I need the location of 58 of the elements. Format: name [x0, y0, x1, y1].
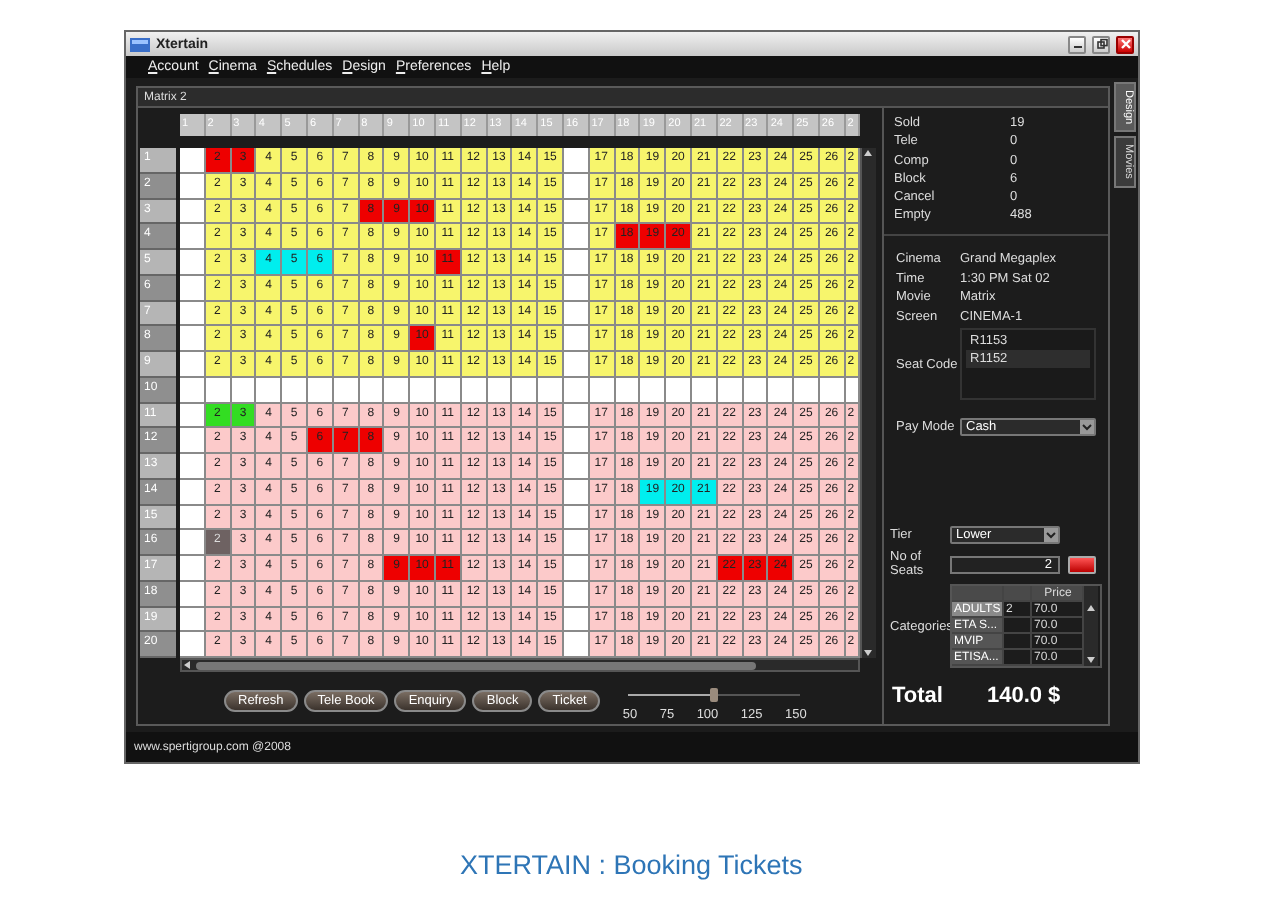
aisle-cell	[180, 250, 206, 276]
aisle-cell	[180, 326, 206, 352]
aisle-cell	[180, 352, 206, 378]
aisle-cell	[563, 632, 590, 658]
close-icon	[1119, 38, 1131, 50]
aisle-cell	[180, 199, 206, 225]
aisle-cell	[180, 301, 206, 327]
restore-button[interactable]	[1092, 35, 1110, 53]
aisle-cell	[768, 377, 795, 403]
aisle-cell	[512, 377, 539, 403]
aisle-cell	[563, 428, 590, 454]
aisle-cell	[180, 530, 206, 556]
aisle-cell	[180, 505, 206, 531]
aisle-cell	[410, 377, 436, 403]
aisle-cell	[180, 607, 206, 633]
aisle-cell	[180, 632, 206, 658]
aisle-cell	[180, 556, 206, 582]
minimize-button[interactable]	[1068, 35, 1086, 53]
caret-icon[interactable]	[1044, 528, 1058, 542]
scroll-up-icon[interactable]	[1086, 604, 1096, 612]
restore-icon	[1095, 38, 1107, 50]
caption: XTERTAIN : Booking Tickets	[460, 850, 803, 880]
aisle-cell	[180, 454, 206, 480]
scroll-up-icon[interactable]	[862, 148, 875, 158]
aisle-cell	[563, 556, 590, 582]
aisle-cell	[640, 377, 667, 403]
aisle-cell	[563, 224, 590, 250]
aisle-cell	[180, 479, 206, 505]
aisle-cell	[538, 377, 564, 403]
app-icon	[130, 37, 150, 51]
aisle-cell	[563, 454, 590, 480]
caret-icon[interactable]	[1080, 420, 1094, 435]
aisle-cell	[563, 148, 590, 174]
aisle-cell	[794, 377, 820, 403]
zoom-slider[interactable]	[628, 690, 801, 702]
aisle-cell	[180, 428, 206, 454]
aisle-cell	[256, 377, 283, 403]
aisle-cell	[563, 530, 590, 556]
total-label: Total	[892, 684, 943, 708]
total-value: 140.0 $	[986, 684, 1061, 708]
scroll-down-icon[interactable]	[862, 648, 875, 658]
aisle-cell	[563, 352, 590, 378]
aisle-cell	[180, 148, 206, 174]
aisle-cell	[282, 377, 308, 403]
scroll-down-icon[interactable]	[1086, 656, 1096, 664]
aisle-cell	[180, 224, 206, 250]
aisle-cell	[180, 377, 206, 403]
aisle-cell	[563, 326, 590, 352]
aisle-cell	[666, 377, 692, 403]
aisle-cell	[180, 581, 206, 607]
color-button[interactable]	[1068, 555, 1096, 573]
close-button[interactable]	[1116, 35, 1134, 53]
aisle-cell	[180, 173, 206, 199]
aisle-cell	[180, 403, 206, 429]
aisle-cell	[563, 250, 590, 276]
aisle-cell	[180, 275, 206, 301]
horizontal-scrollbar[interactable]	[180, 658, 860, 672]
aisle-cell	[384, 377, 411, 403]
